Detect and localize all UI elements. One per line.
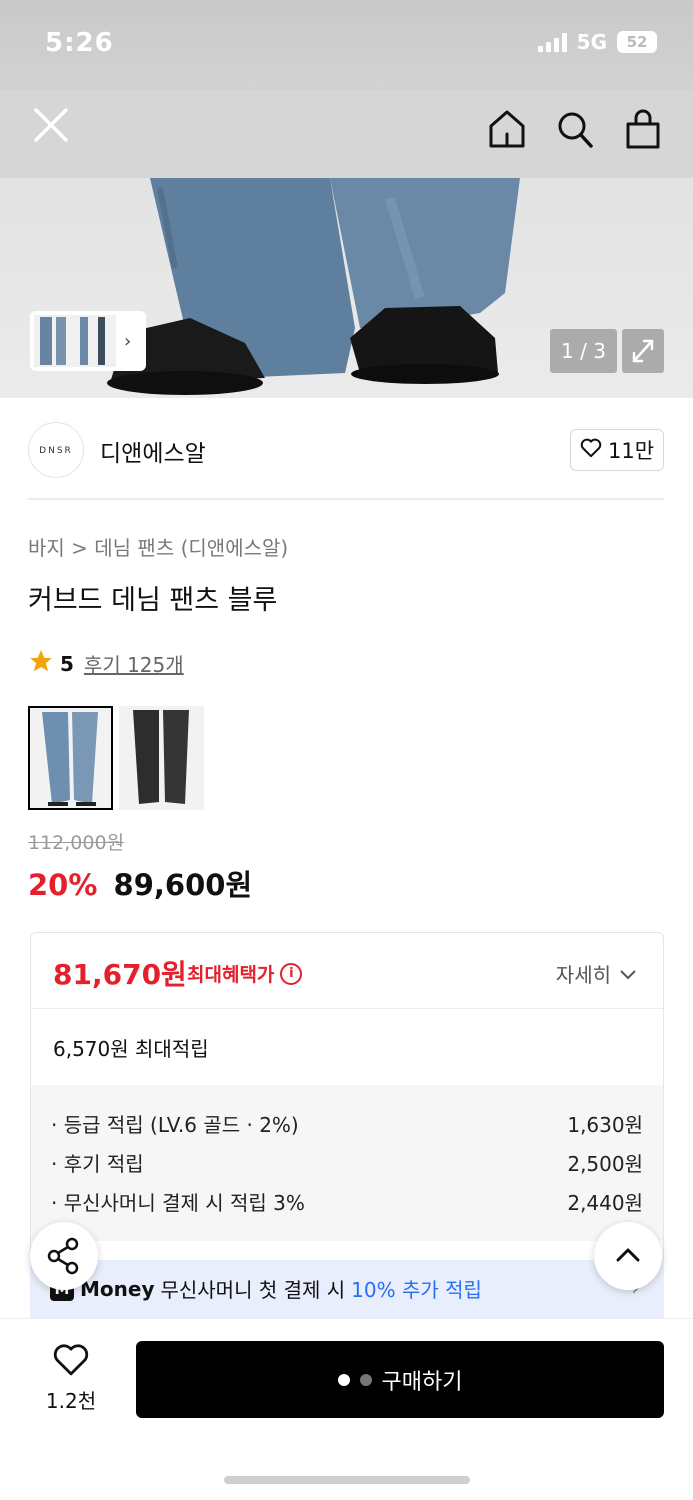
wish-button[interactable]: 1.2천: [40, 1343, 102, 1414]
point-label: · 후기 적립: [51, 1152, 144, 1176]
max-benefit-price: 81,670원: [53, 958, 187, 991]
discount-rate: 20%: [28, 868, 98, 902]
point-amount: 2,500원: [567, 1152, 643, 1176]
scroll-top-button[interactable]: [594, 1222, 662, 1290]
money-promo-banner[interactable]: M Money 무신사머니 첫 결제 시 10% 추가 적립 ›: [30, 1260, 664, 1318]
max-benefit-label-text: 최대혜택가: [187, 964, 275, 986]
loading-dot-icon: [359, 1373, 372, 1386]
image-pager: 1 / 3: [550, 329, 617, 373]
share-button[interactable]: [30, 1222, 98, 1290]
product-title: 커브드 데님 팬츠 블루: [28, 585, 278, 616]
brand-like-count: 11만: [607, 439, 655, 463]
money-accent: 10% 추가 적립: [351, 1278, 482, 1302]
heart-icon: [52, 1344, 90, 1381]
signal-icon: [537, 32, 567, 52]
info-icon[interactable]: i: [280, 962, 303, 985]
shopping-bag-icon[interactable]: [623, 108, 663, 150]
rating[interactable]: 5 후기 125개: [28, 648, 184, 679]
original-price: 112,000원: [28, 832, 125, 854]
status-time: 5:26: [45, 28, 114, 58]
point-amount: 1,630원: [567, 1113, 643, 1137]
chevron-up-icon: [616, 1248, 640, 1262]
brand-name[interactable]: 디앤에스알: [100, 434, 206, 468]
brand-logo[interactable]: DNSR: [28, 422, 84, 478]
price-row: 20% 89,600원: [28, 862, 252, 904]
detail-toggle[interactable]: 자세히: [556, 959, 637, 988]
home-indicator: [224, 1476, 470, 1484]
home-icon[interactable]: [487, 108, 527, 150]
point-label: · 등급 적립 (LV.6 골드 · 2%): [51, 1113, 299, 1137]
detail-label: 자세히: [555, 963, 611, 987]
benefit-header[interactable]: 81,670원 최대혜택가 i 자세히: [31, 933, 663, 1009]
rating-score: 5: [60, 651, 74, 676]
money-text: 무신사머니 첫 결제 시: [160, 1278, 346, 1302]
point-row: · 무신사머니 결제 시 적립 3% 2,440원: [51, 1187, 643, 1216]
brand-row[interactable]: DNSR 디앤에스알 11만: [28, 420, 664, 482]
brand-like-button[interactable]: 11만: [570, 429, 664, 471]
top-nav: [0, 90, 693, 178]
wish-count: 1.2천: [45, 1389, 97, 1413]
status-bar: 5:26 5G 52: [0, 0, 693, 90]
points-summary: 6,570원 최대적립: [53, 1037, 209, 1061]
point-amount: 2,440원: [567, 1191, 643, 1215]
review-count-link[interactable]: 후기 125개: [84, 649, 184, 678]
network-label: 5G: [576, 30, 607, 54]
status-indicators: 5G 52: [537, 30, 657, 54]
buy-label: 구매하기: [381, 1369, 463, 1395]
close-icon[interactable]: [28, 102, 74, 148]
share-icon: [47, 1237, 79, 1275]
benefit-panel: 81,670원 최대혜택가 i 자세히 6,570원 최대적립 · 등급 적립 …: [30, 932, 664, 1312]
breadcrumb[interactable]: 바지 > 데님 팬츠 (디앤에스알): [28, 532, 288, 561]
max-benefit-label: 최대혜택가 i: [187, 960, 303, 987]
thumbnail-image: [34, 315, 116, 367]
sale-price: 89,600원: [113, 868, 253, 902]
bottom-action-bar: 1.2천 구매하기: [0, 1318, 693, 1500]
color-options: [28, 706, 204, 810]
point-row: · 등급 적립 (LV.6 골드 · 2%) 1,630원: [51, 1109, 643, 1138]
product-image[interactable]: › 1 / 3: [0, 178, 693, 398]
points-list: · 등급 적립 (LV.6 골드 · 2%) 1,630원 · 후기 적립 2,…: [31, 1085, 663, 1241]
loading-dot-icon: [337, 1373, 350, 1386]
chevron-down-icon: [619, 962, 637, 986]
color-option-black[interactable]: [119, 706, 204, 810]
battery-icon: 52: [617, 31, 657, 53]
star-icon: [28, 648, 54, 679]
divider: [28, 498, 664, 500]
expand-icon[interactable]: [622, 329, 664, 373]
point-row: · 후기 적립 2,500원: [51, 1148, 643, 1177]
chevron-right-icon: ›: [124, 330, 132, 352]
heart-icon: [580, 438, 602, 463]
buy-button[interactable]: 구매하기: [136, 1341, 664, 1418]
point-label: · 무신사머니 결제 시 적립 3%: [51, 1191, 305, 1215]
search-icon[interactable]: [555, 108, 595, 150]
color-option-blue[interactable]: [28, 706, 113, 810]
image-thumbnail-strip[interactable]: ›: [30, 311, 146, 371]
